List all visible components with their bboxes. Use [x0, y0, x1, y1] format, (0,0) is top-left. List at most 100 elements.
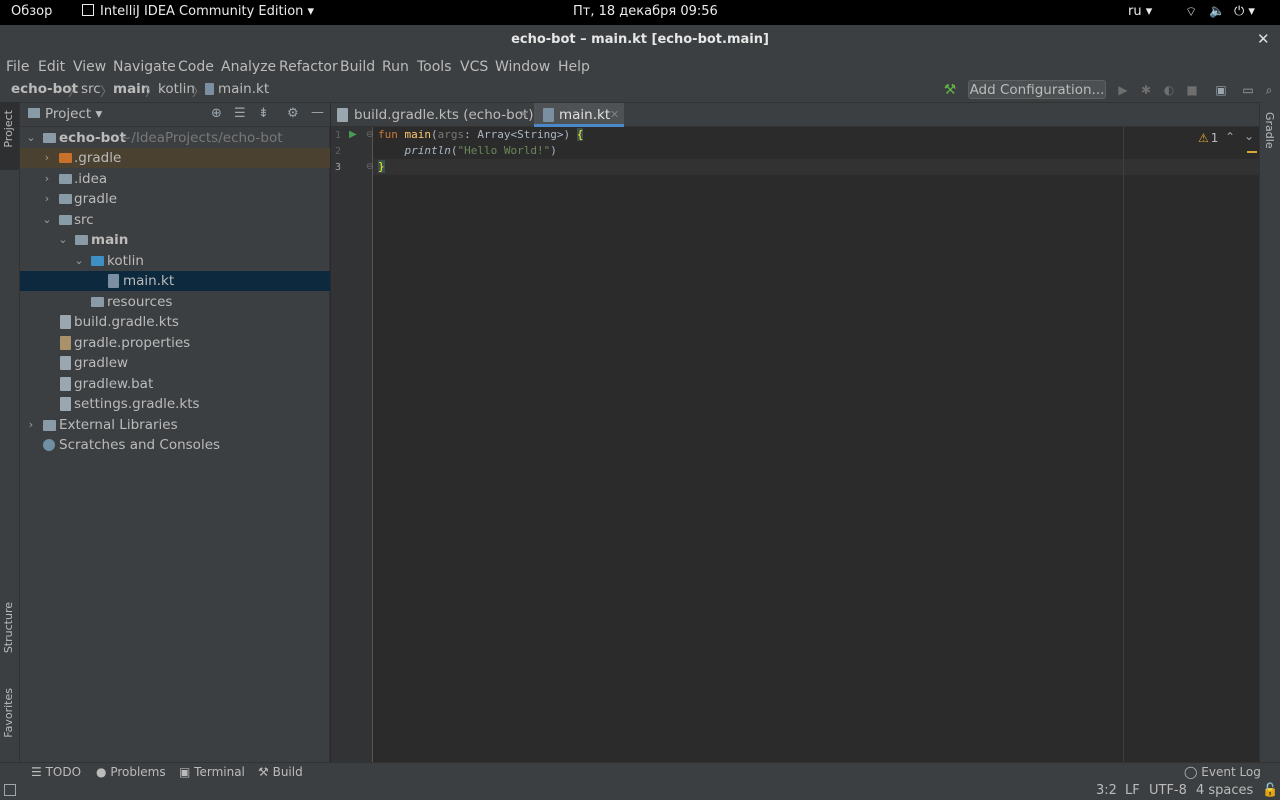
menu-view[interactable]: View	[73, 59, 106, 75]
event-log-button[interactable]: ◯ Event Log	[1184, 765, 1261, 779]
toggle-tool-windows-icon[interactable]	[4, 784, 16, 796]
terminal-tool-button[interactable]: ▣ Terminal	[179, 765, 245, 779]
run-gutter-icon[interactable]: ▶	[349, 129, 357, 140]
chevron-down-icon[interactable]: ⌄	[1244, 129, 1254, 143]
menu-analyze[interactable]: Analyze	[221, 59, 276, 75]
list-icon: ☰	[31, 765, 42, 779]
menu-navigate[interactable]: Navigate	[113, 59, 176, 75]
menu-build[interactable]: Build	[340, 59, 375, 75]
tree-row-gradlew[interactable]: gradlew	[20, 353, 330, 373]
tab-build-gradle-kts[interactable]: build.gradle.kts (echo-bot) ✕	[331, 103, 534, 127]
folder-icon	[75, 235, 88, 245]
tree-row-build-gradle-kts[interactable]: build.gradle.kts	[20, 312, 330, 332]
app-menu[interactable]: IntelliJ IDEA Community Edition ▾	[82, 4, 314, 19]
tree-row-kotlin[interactable]: ⌄ kotlin	[20, 251, 330, 271]
editor-gutter[interactable]: 1 2 3 ▶ ⊖ ⊖	[331, 127, 374, 762]
project-view-label: Project	[45, 106, 92, 122]
presentation-icon[interactable]: ▭	[1241, 83, 1255, 97]
menu-run[interactable]: Run	[382, 59, 409, 75]
chevron-right-icon: 〉	[68, 85, 82, 100]
menu-code[interactable]: Code	[178, 59, 214, 75]
line-separator[interactable]: LF	[1125, 783, 1140, 798]
gradle-tool-tab[interactable]: Gradle	[1263, 112, 1276, 149]
folder-icon	[43, 133, 56, 143]
todo-tool-button[interactable]: ☰ TODO	[31, 765, 81, 779]
menu-tools[interactable]: Tools	[417, 59, 452, 75]
tab-label: build.gradle.kts (echo-bot)	[354, 107, 534, 123]
warning-stripe-marker[interactable]	[1247, 151, 1257, 153]
project-structure-icon[interactable]: ▣	[1214, 83, 1228, 97]
volume-icon[interactable]: 🔈	[1209, 4, 1225, 19]
tree-row-gradlew-bat[interactable]: gradlew.bat	[20, 374, 330, 394]
problems-tool-button[interactable]: ● Problems	[96, 765, 166, 779]
collapse-all-icon[interactable]: ⇟	[258, 106, 269, 121]
clock[interactable]: Пт, 18 декабря 09:56	[573, 4, 718, 19]
tree-label: build.gradle.kts	[74, 314, 179, 330]
menu-refactor[interactable]: Refactor	[279, 59, 338, 75]
tree-label: settings.gradle.kts	[74, 396, 200, 412]
breadcrumb-file-label: main.kt	[218, 81, 270, 97]
tree-row-resources[interactable]: resources	[20, 292, 330, 312]
close-icon[interactable]: ✕	[610, 103, 619, 127]
close-window-button[interactable]: ✕	[1257, 30, 1270, 48]
status-bar: 3:2 LF UTF-8 4 spaces 🔓	[0, 782, 1280, 800]
tree-row-main[interactable]: ⌄ main	[20, 230, 330, 250]
indent-setting[interactable]: 4 spaces	[1196, 783, 1253, 798]
add-configuration-button[interactable]: Add Configuration...	[968, 80, 1106, 99]
folder-icon	[28, 108, 40, 118]
tree-row-idea[interactable]: › .idea	[20, 169, 330, 189]
expand-all-icon[interactable]: ☰	[234, 106, 246, 121]
run-icon[interactable]: ▶	[1116, 83, 1130, 97]
project-tool-tab[interactable]: Project	[2, 110, 15, 148]
wifi-icon[interactable]: ⌔	[1185, 4, 1197, 20]
project-view-selector[interactable]: Project ▾	[45, 106, 102, 122]
kotlin-file-icon	[205, 83, 214, 95]
favorites-tool-tab[interactable]: Favorites	[2, 688, 15, 738]
tree-row-gradle[interactable]: › gradle	[20, 189, 330, 209]
minimize-icon[interactable]: —	[311, 105, 324, 120]
menu-edit[interactable]: Edit	[38, 59, 65, 75]
lock-icon[interactable]: 🔓	[1262, 783, 1278, 798]
caret-position[interactable]: 3:2	[1096, 783, 1117, 798]
system-top-bar: Обзор IntelliJ IDEA Community Edition ▾ …	[0, 0, 1280, 25]
tree-row-scratches[interactable]: Scratches and Consoles	[20, 435, 330, 455]
menu-window[interactable]: Window	[495, 59, 550, 75]
keyword: fun	[378, 128, 398, 141]
file-encoding[interactable]: UTF-8	[1149, 783, 1187, 798]
tree-row-src[interactable]: ⌄ src	[20, 210, 330, 230]
locate-icon[interactable]: ⊕	[211, 106, 222, 121]
tree-row-main-kt[interactable]: main.kt	[20, 271, 330, 291]
tree-row-root[interactable]: ⌄ echo-bot ~/IdeaProjects/echo-bot	[20, 128, 330, 148]
breadcrumb-src[interactable]: src	[81, 81, 101, 97]
chevron-right-icon: ›	[44, 172, 50, 185]
chevron-right-icon: 〉	[145, 85, 159, 100]
coverage-icon[interactable]: ◐	[1162, 83, 1176, 97]
shell-file-icon	[60, 356, 71, 370]
search-icon[interactable]: ⌕	[1262, 83, 1276, 97]
build-hammer-icon[interactable]: ⚒	[943, 83, 957, 97]
stop-icon[interactable]: ■	[1185, 83, 1199, 97]
overview-button[interactable]: Обзор	[11, 4, 52, 19]
language-indicator[interactable]: ru ▾	[1128, 4, 1152, 19]
structure-tool-tab[interactable]: Structure	[2, 602, 15, 653]
warning-indicator[interactable]: ⚠ 1	[1198, 131, 1218, 145]
tree-row-settings-gradle-kts[interactable]: settings.gradle.kts	[20, 394, 330, 414]
code-editor[interactable]: fun main(args: Array<String>) { println(…	[373, 127, 1259, 762]
tab-main-kt[interactable]: main.kt ✕	[534, 103, 624, 127]
chevron-up-icon[interactable]: ⌃	[1225, 130, 1235, 144]
debug-icon[interactable]: ✱	[1139, 83, 1153, 97]
build-tool-button[interactable]: ⚒ Build	[258, 765, 303, 779]
tree-row-external-libraries[interactable]: › External Libraries	[20, 415, 330, 435]
menu-file[interactable]: File	[6, 59, 29, 75]
breadcrumb-kotlin[interactable]: kotlin	[158, 81, 195, 97]
tree-row-gradle-properties[interactable]: gradle.properties	[20, 333, 330, 353]
menu-help[interactable]: Help	[558, 59, 590, 75]
close-icon[interactable]: ✕	[519, 103, 528, 127]
breadcrumb-file[interactable]: main.kt	[205, 81, 269, 97]
power-icon[interactable]: ⏻ ▾	[1234, 4, 1255, 19]
tree-row-gradle-dot[interactable]: › .gradle	[20, 148, 330, 168]
gear-icon[interactable]: ⚙	[287, 106, 299, 121]
todo-label: TODO	[45, 765, 82, 779]
root-path: ~/IdeaProjects/echo-bot	[120, 130, 283, 146]
menu-vcs[interactable]: VCS	[460, 59, 488, 75]
